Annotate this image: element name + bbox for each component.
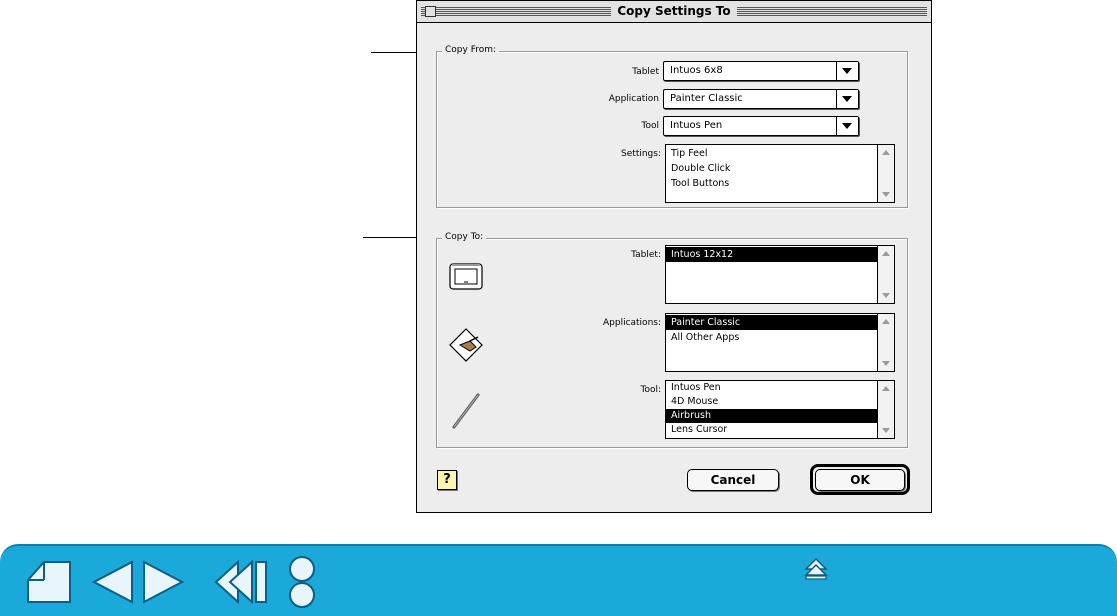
scrollbar[interactable] xyxy=(877,145,894,202)
copy-from-application-value: Painter Classic xyxy=(670,93,743,104)
dialog-title: Copy Settings To xyxy=(611,4,737,18)
ok-button[interactable]: OK xyxy=(815,469,905,491)
help-button[interactable]: ? xyxy=(437,470,457,490)
copy-from-tablet-value: Intuos 6x8 xyxy=(670,65,723,76)
pen-icon xyxy=(448,391,484,435)
copy-settings-dialog: Copy Settings To Copy From: Tablet Intuo… xyxy=(416,0,932,513)
copy-from-tool-popup[interactable]: Intuos Pen xyxy=(663,116,859,136)
application-icon xyxy=(448,327,488,367)
list-item[interactable]: Lens Cursor xyxy=(666,423,878,437)
scroll-down-icon[interactable] xyxy=(878,288,894,303)
copy-to-label: Copy To: xyxy=(442,232,487,242)
copy-from-settings-list[interactable]: Tip Feel Double Click Tool Buttons xyxy=(665,144,895,203)
top-icon[interactable] xyxy=(804,557,828,584)
list-item[interactable]: Tool Buttons xyxy=(666,176,878,191)
copy-to-tablet-label: Tablet: xyxy=(631,250,661,260)
home-icon[interactable] xyxy=(24,556,74,610)
copy-from-application-popup[interactable]: Painter Classic xyxy=(663,89,859,109)
list-item-selected[interactable]: Intuos 12x12 xyxy=(666,247,878,262)
copy-to-tool-label: Tool: xyxy=(640,385,661,395)
list-item-selected[interactable]: Painter Classic xyxy=(666,315,878,330)
chevron-down-icon xyxy=(836,90,858,108)
copy-to-tool-list[interactable]: Intuos Pen 4D Mouse Airbrush Lens Cursor xyxy=(665,380,895,439)
scroll-down-icon[interactable] xyxy=(878,356,894,371)
contents-icon[interactable] xyxy=(286,554,318,614)
scrollbar[interactable] xyxy=(877,381,894,438)
copy-to-applications-label: Applications: xyxy=(602,318,661,328)
scroll-down-icon[interactable] xyxy=(878,423,894,438)
copy-from-tablet-popup[interactable]: Intuos 6x8 xyxy=(663,61,859,81)
chevron-down-icon xyxy=(836,62,858,80)
copy-from-tool-label: Tool xyxy=(641,121,659,131)
title-bar[interactable]: Copy Settings To xyxy=(417,1,931,23)
list-item[interactable]: All Other Apps xyxy=(666,330,878,345)
copy-from-tablet-label: Tablet xyxy=(632,67,659,77)
copy-from-application-label: Application xyxy=(608,94,659,104)
copy-to-tablet-list[interactable]: Intuos 12x12 xyxy=(665,245,895,304)
copy-to-applications-list[interactable]: Painter Classic All Other Apps xyxy=(665,313,895,372)
list-item[interactable]: Double Click xyxy=(666,161,878,176)
copy-from-tool-value: Intuos Pen xyxy=(670,120,723,131)
previous-page-icon[interactable] xyxy=(91,560,134,608)
scroll-up-icon[interactable] xyxy=(878,314,894,329)
cancel-button[interactable]: Cancel xyxy=(687,469,779,491)
list-item[interactable]: Intuos Pen xyxy=(666,381,878,395)
scrollbar[interactable] xyxy=(877,246,894,303)
copy-from-label: Copy From: xyxy=(442,45,500,55)
tablet-icon xyxy=(448,261,484,295)
scroll-down-icon[interactable] xyxy=(878,187,894,202)
list-item-selected[interactable]: Airbrush xyxy=(666,409,878,423)
list-item[interactable]: 4D Mouse xyxy=(666,395,878,409)
next-page-icon[interactable] xyxy=(142,560,185,608)
copy-from-settings-label: Settings: xyxy=(621,149,661,159)
chevron-down-icon xyxy=(836,117,858,135)
back-icon[interactable] xyxy=(214,559,270,608)
scroll-up-icon[interactable] xyxy=(878,246,894,261)
list-item[interactable]: Tip Feel xyxy=(666,146,878,161)
scroll-up-icon[interactable] xyxy=(878,381,894,396)
scroll-up-icon[interactable] xyxy=(878,145,894,160)
navigation-bar xyxy=(0,544,1117,616)
scrollbar[interactable] xyxy=(877,314,894,371)
